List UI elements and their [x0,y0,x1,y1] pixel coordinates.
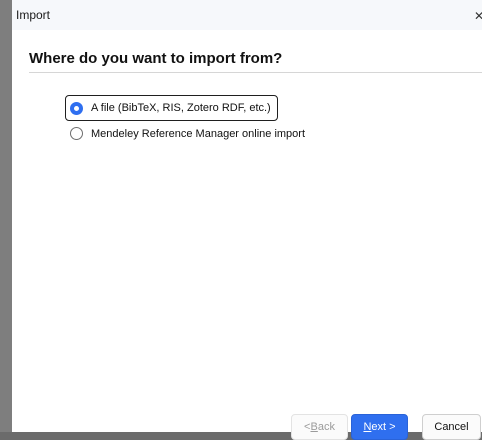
back-rest: ack [317,421,335,433]
next-rest: ext > [371,421,396,433]
back-accesskey: B [310,421,318,433]
heading-divider [29,72,482,73]
radio-unselected-icon[interactable] [70,127,83,140]
close-icon[interactable]: ✕ [474,9,482,23]
page-title: Where do you want to import from? [29,50,283,67]
title-bar: Import ✕ [12,0,482,30]
import-dialog: Import ✕ Where do you want to import fro… [0,0,482,440]
option-file[interactable]: A file (BibTeX, RIS, Zotero RDF, etc.) [65,95,278,121]
next-accesskey: N [363,421,372,433]
option-mendeley[interactable]: Mendeley Reference Manager online import [70,127,305,140]
radio-selected-icon[interactable] [70,101,83,115]
option-mendeley-label: Mendeley Reference Manager online import [91,127,306,140]
option-file-label: A file (BibTeX, RIS, Zotero RDF, etc.) [91,102,271,114]
cancel-button[interactable]: Cancel [422,414,481,440]
back-button[interactable]: < Back [291,414,348,440]
window-title: Import [16,8,51,22]
next-button[interactable]: Next > [351,414,408,440]
